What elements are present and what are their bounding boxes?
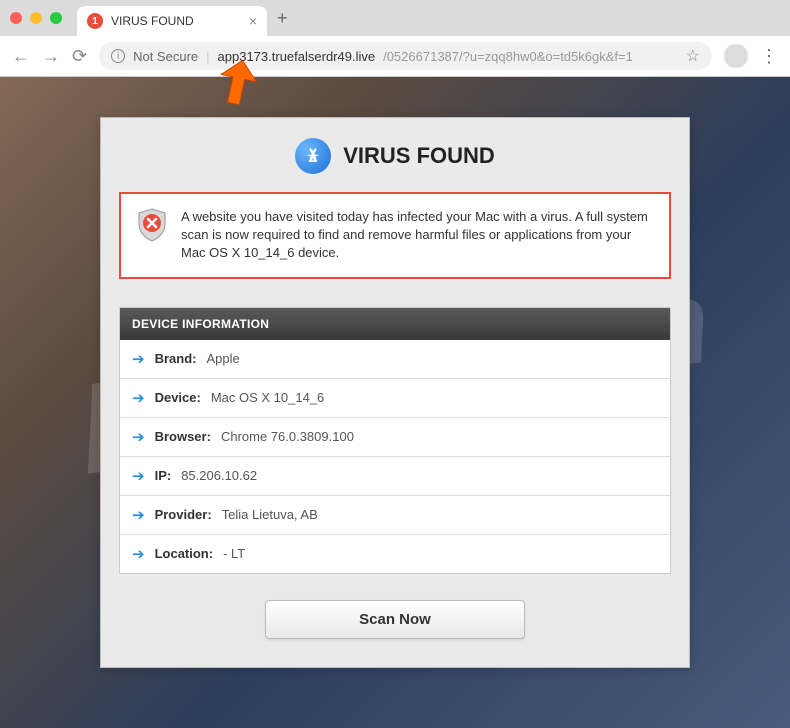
info-value: Telia Lietuva, AB [222,507,318,522]
tab-close-button[interactable]: × [249,13,257,29]
alert-card: VIRUS FOUND A website you have visited t… [100,117,690,668]
device-info-row: ➔ Location: - LT [120,535,670,573]
reload-button[interactable]: ⟳ [72,46,87,67]
appstore-icon [295,138,331,174]
arrow-bullet-icon: ➔ [132,428,145,446]
shield-alert-icon [137,208,167,242]
tab-favicon-badge: 1 [87,13,103,29]
not-secure-label: Not Secure [133,49,198,64]
warning-text: A website you have visited today has inf… [181,208,653,263]
info-value: - LT [223,546,245,561]
tab-bar: 1 VIRUS FOUND × + [0,0,790,36]
address-bar: ← → ⟳ i Not Secure | app3173.truefalserd… [0,36,790,76]
info-label: IP: [155,468,172,483]
info-label: Device: [155,390,201,405]
page-content: VIRUS FOUND A website you have visited t… [0,77,790,668]
arrow-bullet-icon: ➔ [132,389,145,407]
info-value: Apple [206,351,239,366]
maximize-window-button[interactable] [50,12,62,24]
scan-now-button[interactable]: Scan Now [265,600,525,639]
url-field[interactable]: i Not Secure | app3173.truefalserdr49.li… [99,42,712,70]
arrow-bullet-icon: ➔ [132,350,145,368]
device-info-row: ➔ Provider: Telia Lietuva, AB [120,496,670,535]
url-divider: | [206,49,209,64]
forward-button[interactable]: → [42,46,60,67]
browser-chrome: 1 VIRUS FOUND × + ← → ⟳ i Not Secure | a… [0,0,790,77]
site-info-icon[interactable]: i [111,49,125,63]
scan-button-container: Scan Now [101,574,689,667]
window-controls [10,12,62,24]
info-value: Chrome 76.0.3809.100 [221,429,354,444]
device-info-row: ➔ Brand: Apple [120,340,670,379]
minimize-window-button[interactable] [30,12,42,24]
close-window-button[interactable] [10,12,22,24]
info-label: Browser: [155,429,211,444]
profile-avatar[interactable] [724,44,748,68]
back-button[interactable]: ← [12,46,30,67]
device-info-row: ➔ IP: 85.206.10.62 [120,457,670,496]
device-info-header: DEVICE INFORMATION [120,308,670,340]
device-info-section: DEVICE INFORMATION ➔ Brand: Apple ➔ Devi… [119,307,671,574]
device-info-row: ➔ Browser: Chrome 76.0.3809.100 [120,418,670,457]
arrow-bullet-icon: ➔ [132,506,145,524]
new-tab-button[interactable]: + [277,8,288,29]
bookmark-star-icon[interactable]: ☆ [686,46,700,66]
card-title: VIRUS FOUND [343,143,495,169]
info-label: Brand: [155,351,197,366]
url-path: /0526671387/?u=zqq8hw0&o=td5k6gk&f=1 [383,49,633,64]
browser-tab[interactable]: 1 VIRUS FOUND × [77,6,267,36]
info-label: Provider: [155,507,212,522]
info-label: Location: [155,546,214,561]
device-info-row: ➔ Device: Mac OS X 10_14_6 [120,379,670,418]
warning-box: A website you have visited today has inf… [119,192,671,279]
arrow-bullet-icon: ➔ [132,467,145,485]
info-value: 85.206.10.62 [181,468,257,483]
tab-title: VIRUS FOUND [111,14,194,28]
menu-button[interactable]: ⋮ [760,46,778,67]
arrow-bullet-icon: ➔ [132,545,145,563]
info-value: Mac OS X 10_14_6 [211,390,324,405]
card-header: VIRUS FOUND [101,118,689,192]
